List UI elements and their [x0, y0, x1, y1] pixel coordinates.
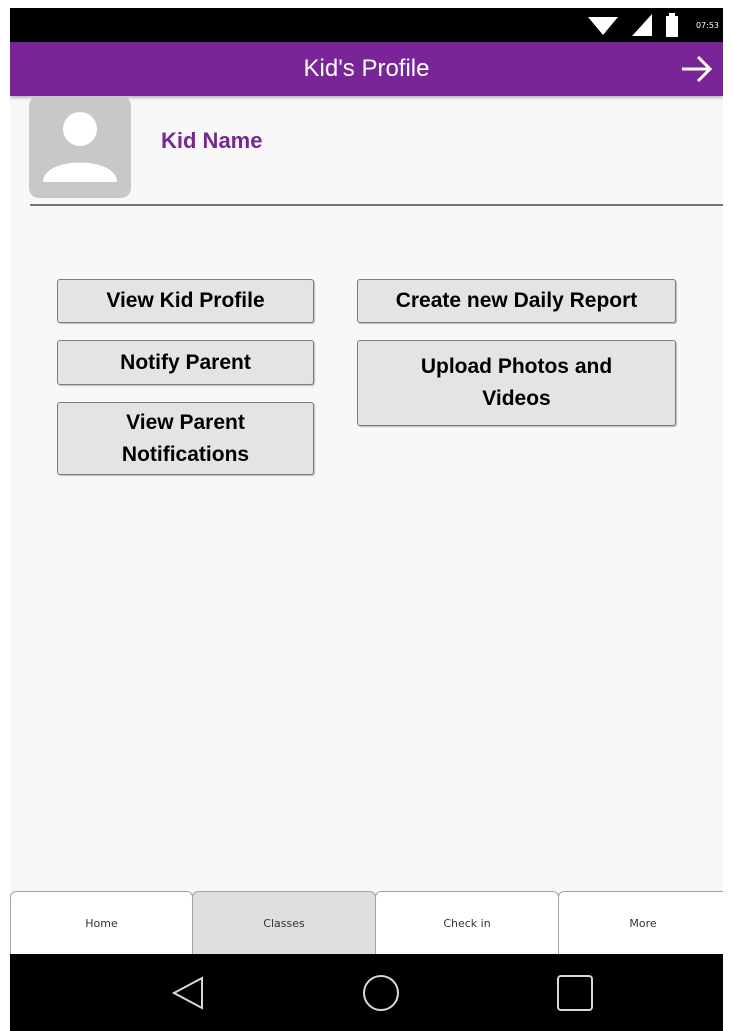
tab-more-label: More — [629, 916, 657, 930]
notify-parent-button[interactable]: Notify Parent — [57, 340, 314, 385]
phone-screen: 07:53 Kid's Profile Kid Name View Kid Pr… — [10, 8, 723, 1031]
home-circle-icon — [363, 974, 399, 1011]
recents-button[interactable] — [525, 954, 625, 1031]
bottom-tab-bar: Home Classes Check in More — [10, 891, 723, 954]
tab-check-in[interactable]: Check in — [375, 891, 559, 954]
upload-photos-videos-button[interactable]: Upload Photos and Videos — [357, 340, 676, 426]
status-icons: 07:53 — [587, 8, 719, 42]
status-bar: 07:53 — [10, 8, 723, 42]
tab-classes-label: Classes — [263, 916, 305, 930]
tab-home-label: Home — [85, 916, 118, 930]
tab-home[interactable]: Home — [10, 891, 193, 954]
kid-name: Kid Name — [161, 128, 263, 153]
arrow-right-icon[interactable] — [679, 52, 715, 86]
app-bar: Kid's Profile — [10, 42, 723, 96]
system-nav-bar — [10, 954, 723, 1031]
header-divider — [30, 204, 723, 206]
recents-square-icon — [557, 974, 593, 1011]
battery-icon — [665, 13, 678, 37]
home-button[interactable] — [331, 954, 431, 1031]
signal-icon — [631, 14, 652, 36]
wifi-icon — [587, 17, 618, 35]
avatar — [29, 96, 131, 198]
tab-check-in-label: Check in — [443, 916, 491, 930]
person-icon — [43, 112, 117, 182]
status-time: 07:53 — [695, 20, 719, 30]
tab-classes[interactable]: Classes — [192, 891, 376, 954]
view-parent-notifications-button[interactable]: View Parent Notifications — [57, 402, 314, 475]
tab-more[interactable]: More — [558, 891, 723, 954]
view-kid-profile-button[interactable]: View Kid Profile — [57, 279, 314, 323]
page-title: Kid's Profile — [303, 55, 430, 82]
back-triangle-icon — [171, 975, 203, 1010]
back-button[interactable] — [138, 954, 238, 1031]
create-daily-report-button[interactable]: Create new Daily Report — [357, 279, 676, 323]
